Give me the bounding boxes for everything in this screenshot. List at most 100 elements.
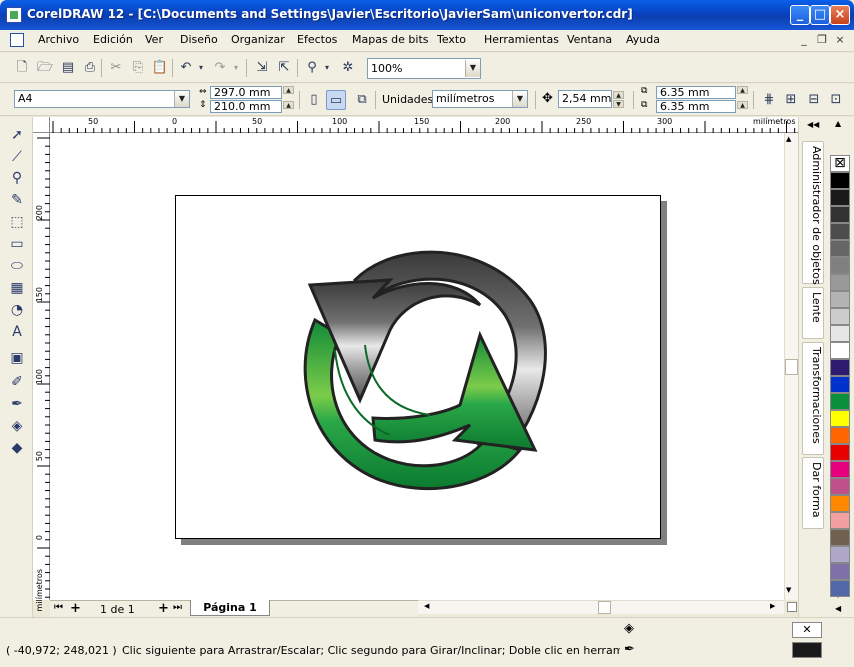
add-page-after-icon[interactable]: + xyxy=(158,601,169,616)
fill-indicator-icon[interactable]: ◈ xyxy=(624,621,634,636)
scroll-down-icon[interactable]: ▼ xyxy=(786,586,791,594)
scroll-up-icon[interactable]: ▲ xyxy=(786,135,791,143)
paste-icon[interactable]: 📋 xyxy=(150,58,170,78)
page-tab[interactable]: Página 1 xyxy=(190,600,270,616)
document-icon[interactable] xyxy=(10,33,24,47)
open-icon[interactable]: 🗁 xyxy=(35,58,55,78)
color-swatch[interactable] xyxy=(830,172,850,189)
nudge-distance-field[interactable]: 2,54 mm xyxy=(558,90,612,108)
view-navigator-button[interactable] xyxy=(787,602,797,612)
smart-fill-tool-icon[interactable]: ⬚ xyxy=(7,213,27,232)
color-swatch[interactable] xyxy=(830,410,850,427)
fill-tool-icon[interactable]: ◈ xyxy=(7,417,27,436)
redo-icon[interactable]: ↷ xyxy=(210,58,230,78)
color-swatch[interactable] xyxy=(830,240,850,257)
vertical-scrollbar[interactable]: ▲ ▼ xyxy=(784,133,798,600)
color-swatch[interactable] xyxy=(830,580,850,597)
units-select[interactable]: milímetros ▼ xyxy=(432,90,528,108)
last-page-icon[interactable]: ⏭ xyxy=(173,602,182,613)
scroll-left-icon[interactable]: ◀ xyxy=(424,602,429,610)
color-swatch[interactable] xyxy=(830,223,850,240)
interactive-blend-tool-icon[interactable]: ▣ xyxy=(7,349,27,368)
portrait-icon[interactable]: ▯ xyxy=(304,90,324,110)
horizontal-ruler[interactable]: 50 0 50 100 150 200 250 300 milímetros xyxy=(50,117,798,133)
menu-edicion[interactable]: Edición xyxy=(93,33,133,46)
color-swatch[interactable] xyxy=(830,274,850,291)
color-swatch[interactable] xyxy=(830,478,850,495)
duplicate-x-field[interactable]: 6.35 mm xyxy=(656,86,736,99)
color-swatch[interactable] xyxy=(830,206,850,223)
ruler-origin[interactable] xyxy=(33,117,50,133)
rectangle-tool-icon[interactable]: ▭ xyxy=(7,235,27,254)
uniconvertor-logo-artwork[interactable] xyxy=(295,240,550,495)
mdi-restore-button[interactable]: ❐ xyxy=(815,33,829,47)
vertical-ruler[interactable]: 200 150 100 50 0 milímetros xyxy=(33,133,50,612)
add-page-before-icon[interactable]: + xyxy=(70,601,81,616)
palette-scroll-up-icon[interactable]: ▲ xyxy=(835,119,841,128)
color-swatch[interactable] xyxy=(830,546,850,563)
cut-icon[interactable]: ✂ xyxy=(106,58,126,78)
color-swatch[interactable] xyxy=(830,461,850,478)
landscape-icon[interactable]: ▭ xyxy=(326,90,346,110)
color-swatch[interactable] xyxy=(830,257,850,274)
color-swatch[interactable] xyxy=(830,342,850,359)
interactive-fill-tool-icon[interactable]: ◆ xyxy=(7,439,27,458)
pick-tool-icon[interactable]: ➚ xyxy=(7,126,27,145)
dup-x-spin[interactable]: ▲ xyxy=(737,86,748,94)
launcher-dropdown-icon[interactable]: ▾ xyxy=(322,58,332,78)
shape-tool-icon[interactable]: ⟋ xyxy=(7,148,27,167)
color-swatch[interactable] xyxy=(830,444,850,461)
outline-tool-icon[interactable]: ✒ xyxy=(7,395,27,414)
copy-icon[interactable]: ⎘ xyxy=(128,58,148,78)
dynamic-guides-icon[interactable]: ⊡ xyxy=(826,90,846,110)
mdi-close-button[interactable]: × xyxy=(833,33,847,47)
print-icon[interactable]: ⎙ xyxy=(80,58,100,78)
snap-to-grid-icon[interactable]: ⋕ xyxy=(759,90,779,110)
tab-administrador-de-objetos[interactable]: Administrador de objetos xyxy=(802,141,824,285)
menu-organizar[interactable]: Organizar xyxy=(231,33,285,46)
menu-archivo[interactable]: Archivo xyxy=(38,33,79,46)
color-swatch[interactable] xyxy=(830,427,850,444)
color-swatch[interactable] xyxy=(830,189,850,206)
height-spin-up[interactable]: ▲ xyxy=(283,101,294,109)
new-icon[interactable]: 🗋 xyxy=(12,58,32,78)
mdi-minimize-button[interactable]: _ xyxy=(797,33,811,47)
duplicate-y-field[interactable]: 6.35 mm xyxy=(656,100,736,113)
menu-herramientas[interactable]: Herramientas xyxy=(484,33,559,46)
menu-diseno[interactable]: Diseño xyxy=(180,33,218,46)
color-swatch[interactable] xyxy=(830,512,850,529)
ellipse-tool-icon[interactable]: ⬭ xyxy=(7,257,27,276)
no-color-swatch[interactable]: ⊠ xyxy=(830,155,850,172)
tab-dar-forma[interactable]: Dar forma xyxy=(802,457,824,529)
snap-to-objects-icon[interactable]: ⊟ xyxy=(804,90,824,110)
page-height-field[interactable]: 210.0 mm xyxy=(210,100,282,113)
color-swatch[interactable] xyxy=(830,325,850,342)
color-swatch[interactable] xyxy=(830,393,850,410)
dup-y-spin[interactable]: ▲ xyxy=(737,101,748,109)
tab-lente[interactable]: Lente xyxy=(802,287,824,339)
scroll-right-icon[interactable]: ▶ xyxy=(770,602,775,610)
color-swatch[interactable] xyxy=(830,291,850,308)
snap-to-guidelines-icon[interactable]: ⊞ xyxy=(781,90,801,110)
color-swatch[interactable] xyxy=(830,359,850,376)
close-button[interactable]: × xyxy=(830,5,850,25)
text-tool-icon[interactable]: A xyxy=(7,323,27,342)
maximize-button[interactable]: □ xyxy=(810,5,830,25)
zoom-level-select[interactable]: 100% ▼ xyxy=(367,58,481,79)
undo-dropdown-icon[interactable]: ▾ xyxy=(196,58,206,78)
menu-ayuda[interactable]: Ayuda xyxy=(626,33,660,46)
layout-pages-icon[interactable]: ⧉ xyxy=(352,90,372,110)
nudge-spin-up[interactable]: ▲ xyxy=(613,91,624,99)
import-icon[interactable]: ⇲ xyxy=(252,58,272,78)
chevron-down-icon[interactable]: ▼ xyxy=(174,91,189,107)
chevron-down-icon[interactable]: ▼ xyxy=(465,60,480,77)
zoom-tool-icon[interactable]: ⚲ xyxy=(7,169,27,188)
menu-ventana[interactable]: Ventana xyxy=(567,33,612,46)
color-swatch[interactable] xyxy=(830,495,850,512)
color-swatch[interactable] xyxy=(830,563,850,580)
fill-none-swatch[interactable]: ✕ xyxy=(792,622,822,638)
menu-efectos[interactable]: Efectos xyxy=(297,33,337,46)
undo-icon[interactable]: ↶ xyxy=(176,58,196,78)
application-launcher-icon[interactable]: ⚲ xyxy=(302,58,322,78)
curve-tool-icon[interactable]: ✎ xyxy=(7,191,27,210)
